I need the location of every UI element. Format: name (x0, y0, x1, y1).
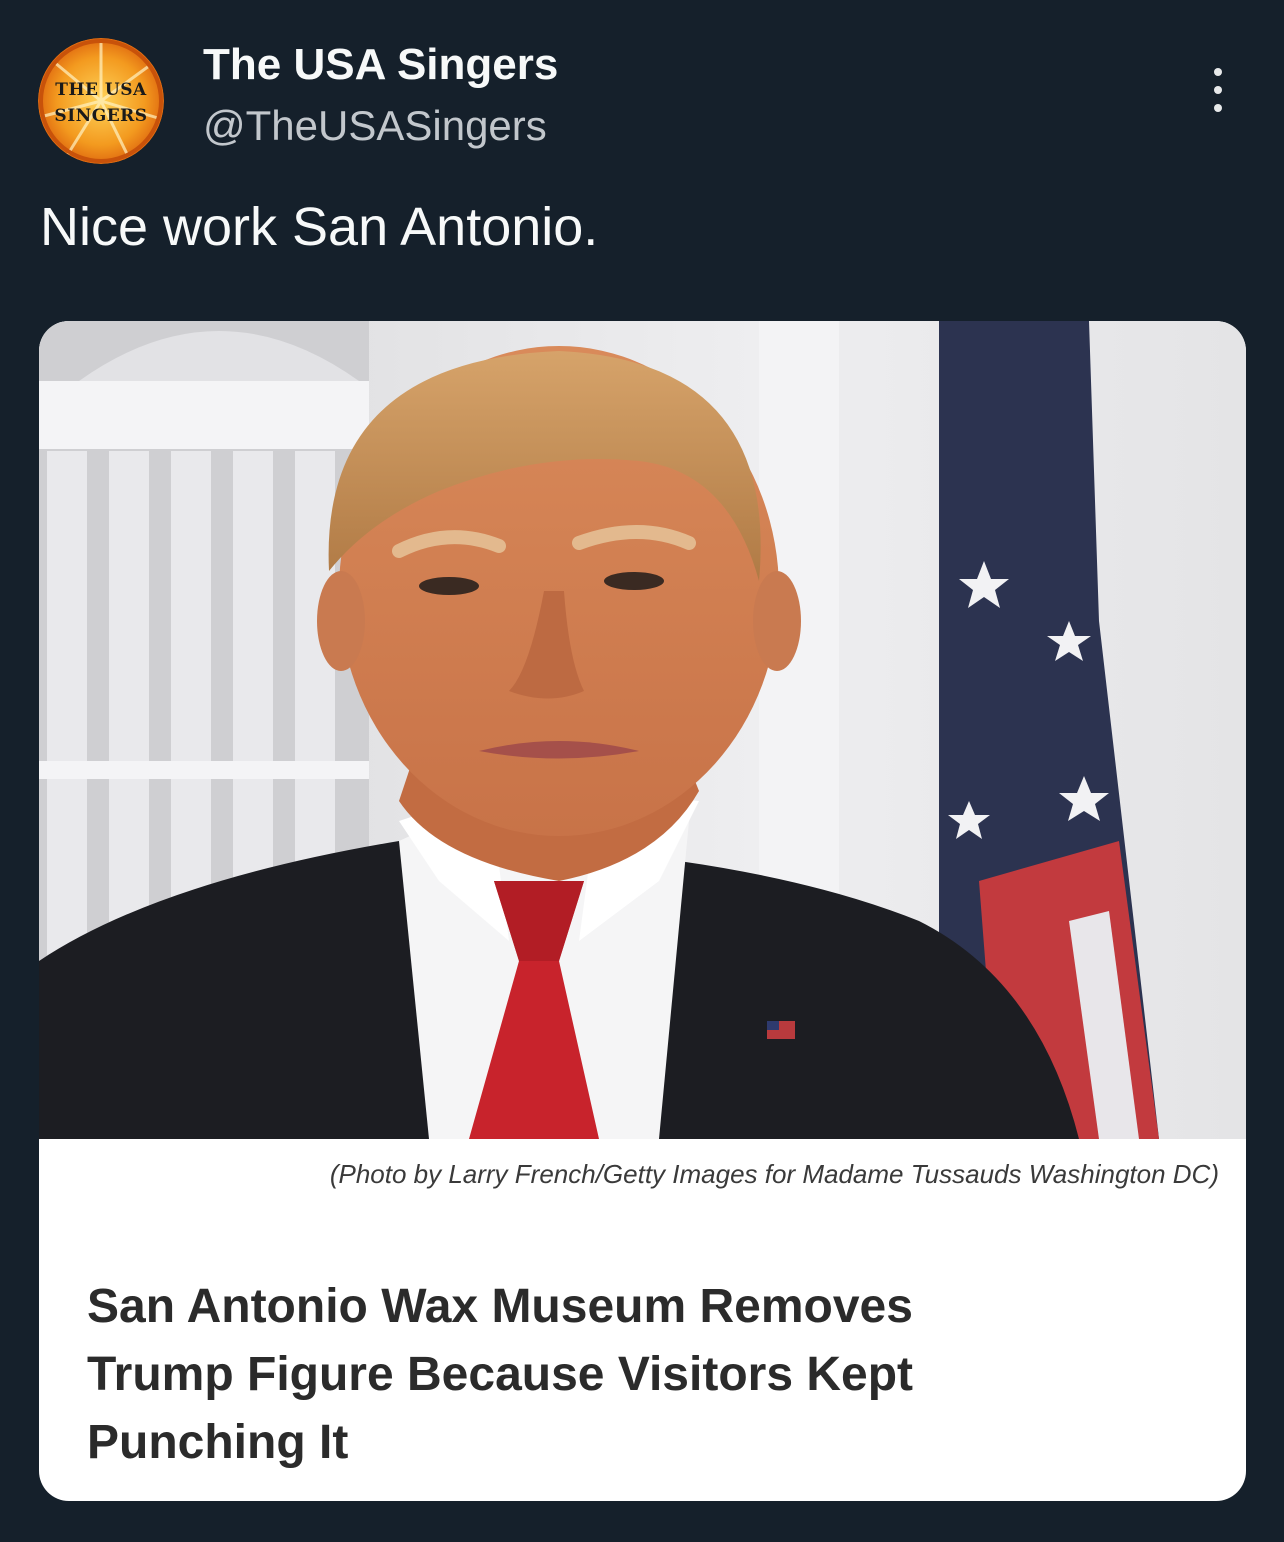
headline-line: San Antonio Wax Museum Removes (87, 1280, 913, 1333)
avatar[interactable]: THE USA SINGERS (38, 38, 164, 164)
tweet: THE USA SINGERS The USA Singers @TheUSAS… (0, 0, 1284, 1542)
author-display-name[interactable]: The USA Singers (203, 40, 558, 90)
article-photo (39, 321, 1246, 1139)
more-options-button[interactable] (1196, 62, 1240, 118)
media-card[interactable]: (Photo by Larry French/Getty Images for … (39, 321, 1246, 1501)
headline-line: Trump Figure Because Visitors Kept (87, 1348, 914, 1401)
author-handle[interactable]: @TheUSASingers (203, 102, 547, 150)
avatar-text-line1: THE USA (55, 80, 147, 100)
headline-line: Punching It (87, 1416, 349, 1469)
photo-caption: (Photo by Larry French/Getty Images for … (329, 1159, 1219, 1189)
orange-slice-avatar-icon (38, 38, 164, 164)
article-headline[interactable]: San Antonio Wax Museum Removes Trump Fig… (87, 1273, 1187, 1477)
tweet-text: Nice work San Antonio. (40, 197, 599, 257)
avatar-text-line2: SINGERS (54, 106, 148, 126)
